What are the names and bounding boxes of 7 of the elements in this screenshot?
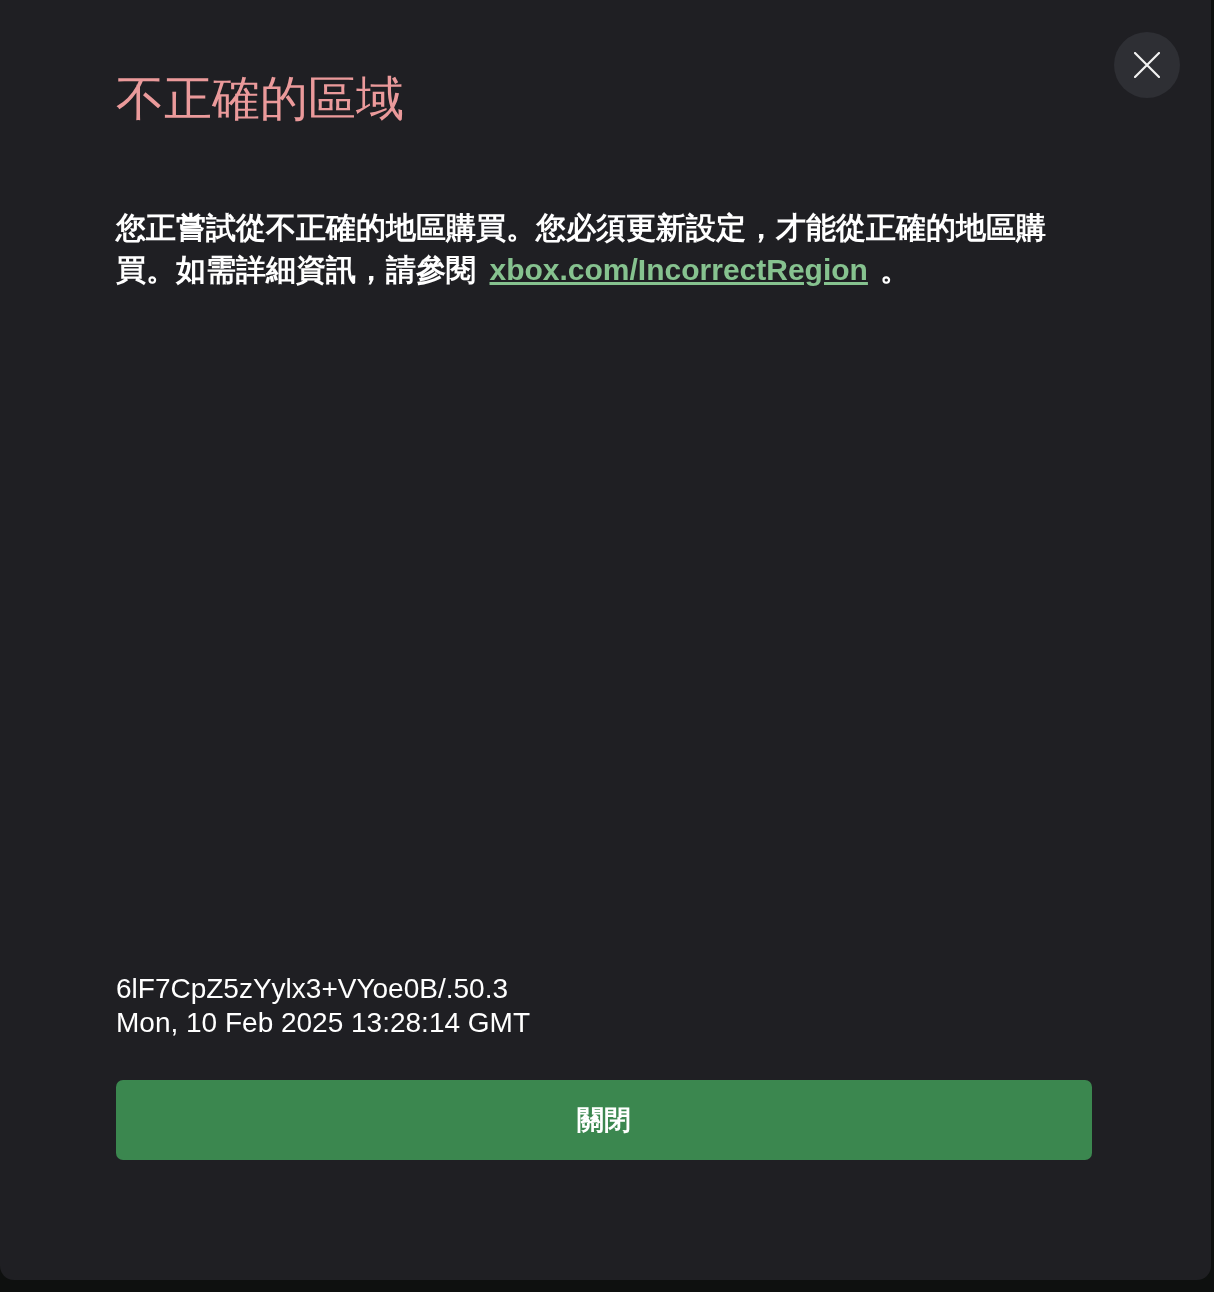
dialog-title: 不正確的區域	[116, 71, 404, 127]
error-message: 您正嘗試從不正確的地區購買。您必須更新設定，才能從正確的地區購買。如需詳細資訊，請參閱 xbox.com/IncorrectRegion 。	[116, 210, 1047, 288]
close-icon	[1134, 52, 1160, 78]
timestamp-text: Mon, 10 Feb 2025 13:28:14 GMT	[116, 1006, 531, 1040]
help-link[interactable]: xbox.com/IncorrectRegion	[489, 253, 868, 286]
close-dialog-button[interactable]: 關閉	[116, 1080, 1092, 1160]
error-code-text: 6lF7CpZ5zYylx3+VYoe0B/.50.3	[116, 972, 508, 1006]
